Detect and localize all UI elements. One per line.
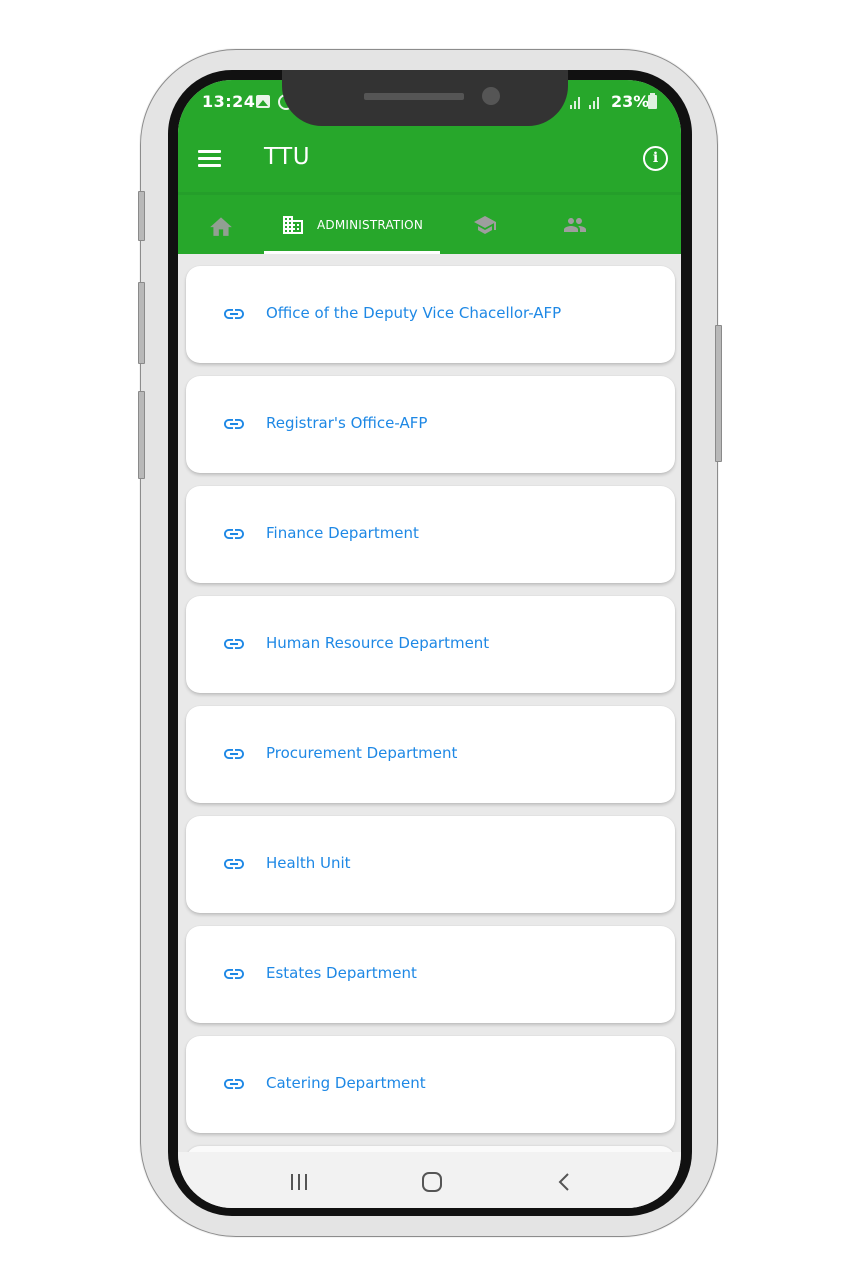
link-icon: [224, 529, 244, 539]
department-link-label[interactable]: Human Resource Department: [266, 634, 489, 652]
tab-administration-label: ADMINISTRATION: [316, 217, 424, 232]
department-list-item[interactable]: Health Unit: [186, 816, 675, 913]
recent-apps-icon[interactable]: [288, 1172, 310, 1192]
department-link-label[interactable]: Office of the Deputy Vice Chacellor-AFP: [266, 304, 561, 322]
bixby-button: [138, 391, 145, 479]
link-icon: [224, 639, 244, 649]
camera-notch: [282, 70, 568, 126]
home-icon: [210, 216, 232, 236]
signal-icon: [589, 95, 599, 109]
home-circle-icon[interactable]: [421, 1172, 443, 1192]
department-link-label[interactable]: Catering Department: [266, 1074, 426, 1092]
toolbar: TTU i: [178, 130, 681, 192]
department-link-label[interactable]: Procurement Department: [266, 744, 457, 762]
link-icon: [224, 749, 244, 759]
volume-down-button: [138, 282, 145, 364]
battery-icon: [648, 93, 657, 109]
people-icon: [564, 217, 586, 232]
department-list-item[interactable]: Registrar's Office-AFP: [186, 376, 675, 473]
department-list: Office of the Deputy Vice Chacellor-AFP R…: [186, 266, 675, 1176]
building-icon: [282, 215, 303, 234]
active-tab-indicator: [264, 251, 440, 254]
tab-academics[interactable]: [440, 195, 530, 254]
tab-bar: ADMINISTRATION: [178, 195, 681, 254]
tab-home[interactable]: [178, 195, 264, 254]
screen: 13:24 23% TTU i ADMINISTRATION Office of…: [178, 80, 681, 1208]
earpiece-speaker: [364, 93, 464, 100]
tab-administration[interactable]: ADMINISTRATION: [264, 195, 440, 254]
graduation-cap-icon: [474, 215, 496, 234]
link-icon: [224, 859, 244, 869]
department-list-item[interactable]: Catering Department: [186, 1036, 675, 1133]
system-nav-bar: [178, 1152, 681, 1208]
info-icon[interactable]: i: [643, 146, 668, 171]
department-list-item[interactable]: Estates Department: [186, 926, 675, 1023]
status-time: 13:24: [202, 92, 256, 111]
department-link-label[interactable]: Finance Department: [266, 524, 419, 542]
link-icon: [224, 1079, 244, 1089]
link-icon: [224, 969, 244, 979]
department-list-item[interactable]: Finance Department: [186, 486, 675, 583]
gallery-icon: [256, 95, 270, 108]
department-list-item[interactable]: Procurement Department: [186, 706, 675, 803]
department-list-item[interactable]: Office of the Deputy Vice Chacellor-AFP: [186, 266, 675, 363]
power-button: [715, 325, 722, 462]
department-link-label[interactable]: Estates Department: [266, 964, 417, 982]
tab-people[interactable]: [530, 195, 620, 254]
department-link-label[interactable]: Health Unit: [266, 854, 351, 872]
volume-up-button: [138, 191, 145, 241]
battery-percent: 23%: [611, 92, 650, 111]
department-link-label[interactable]: Registrar's Office-AFP: [266, 414, 427, 432]
hamburger-menu-icon[interactable]: [198, 150, 221, 167]
signal-icon: [570, 95, 580, 109]
link-icon: [224, 419, 244, 429]
link-icon: [224, 309, 244, 319]
back-icon[interactable]: [554, 1172, 576, 1192]
front-camera: [482, 87, 500, 105]
app-title: TTU: [264, 144, 311, 170]
department-list-item[interactable]: Human Resource Department: [186, 596, 675, 693]
